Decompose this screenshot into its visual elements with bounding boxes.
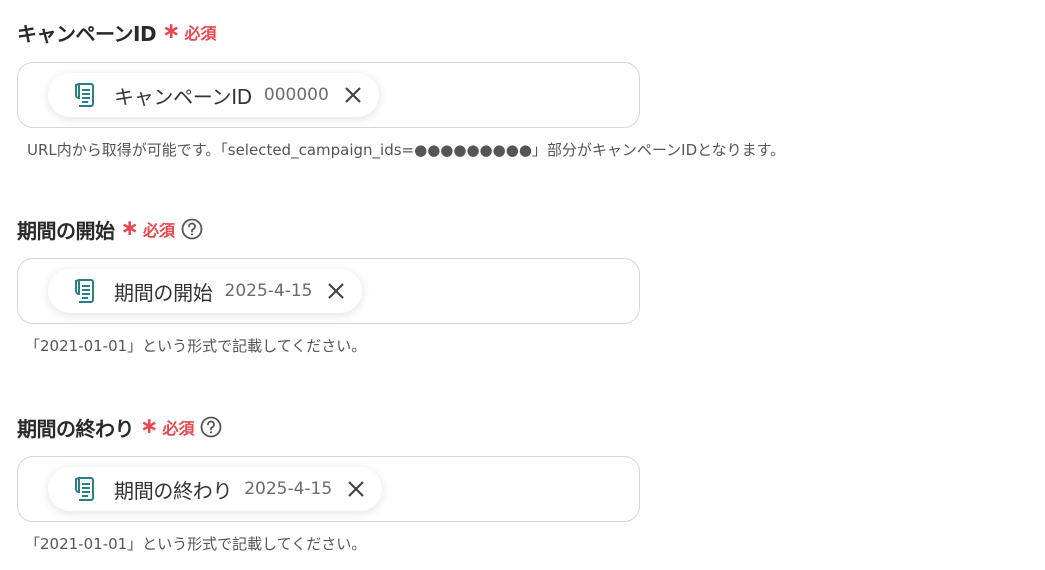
required-badge: 必須: [162, 419, 195, 438]
document-list-icon: [75, 82, 94, 107]
field-label: 期間の開始: [17, 218, 115, 243]
field-period-end: 期間の終わり ∗ 必須 期間の終わり 2025-4-15 「2021-01-01…: [17, 413, 1017, 553]
chip-name: 期間の開始: [114, 280, 213, 305]
variable-chip[interactable]: キャンペーンID 000000: [48, 73, 379, 117]
variable-chip[interactable]: 期間の終わり 2025-4-15: [48, 467, 383, 511]
chip-value: 2025-4-15: [244, 479, 333, 499]
field-label: キャンペーンID: [17, 21, 157, 46]
period-start-input[interactable]: 期間の開始 2025-4-15: [17, 258, 640, 324]
variable-chip[interactable]: 期間の開始 2025-4-15: [48, 269, 363, 313]
close-icon[interactable]: [324, 279, 348, 303]
field-campaign-id: キャンペーンID ∗ 必須 キャンペーンID 000000 URL内から取得が可…: [17, 18, 1017, 159]
chip-value: 2025-4-15: [224, 281, 313, 301]
required-badge: 必須: [184, 24, 217, 43]
chip-name: 期間の終わり: [114, 478, 233, 503]
document-list-icon: [75, 278, 94, 303]
required-asterisk: ∗: [120, 216, 139, 241]
close-icon[interactable]: [341, 83, 365, 107]
required-asterisk: ∗: [140, 414, 159, 439]
field-hint: 「2021-01-01」という形式で記載してください。: [25, 535, 367, 553]
campaign-id-input[interactable]: キャンペーンID 000000: [17, 62, 640, 128]
question-circle-icon[interactable]: [181, 218, 203, 240]
label-row: 期間の開始 ∗ 必須: [17, 215, 1017, 243]
question-circle-icon[interactable]: [200, 416, 222, 438]
field-hint: URL内から取得が可能です。「selected_campaign_ids=●●●…: [27, 141, 786, 159]
chip-name: キャンペーンID: [114, 84, 252, 109]
required-badge: 必須: [142, 221, 175, 240]
label-row: キャンペーンID ∗ 必須: [17, 18, 1017, 46]
required-asterisk: ∗: [162, 19, 181, 44]
chip-value: 000000: [263, 85, 329, 105]
close-icon[interactable]: [344, 477, 368, 501]
field-period-start: 期間の開始 ∗ 必須 期間の開始 2025-4-15 「2021-01-01」と…: [17, 215, 1017, 355]
label-row: 期間の終わり ∗ 必須: [17, 413, 1017, 441]
field-label: 期間の終わり: [17, 416, 135, 441]
document-list-icon: [75, 476, 94, 501]
period-end-input[interactable]: 期間の終わり 2025-4-15: [17, 456, 640, 522]
field-hint: 「2021-01-01」という形式で記載してください。: [25, 337, 367, 355]
